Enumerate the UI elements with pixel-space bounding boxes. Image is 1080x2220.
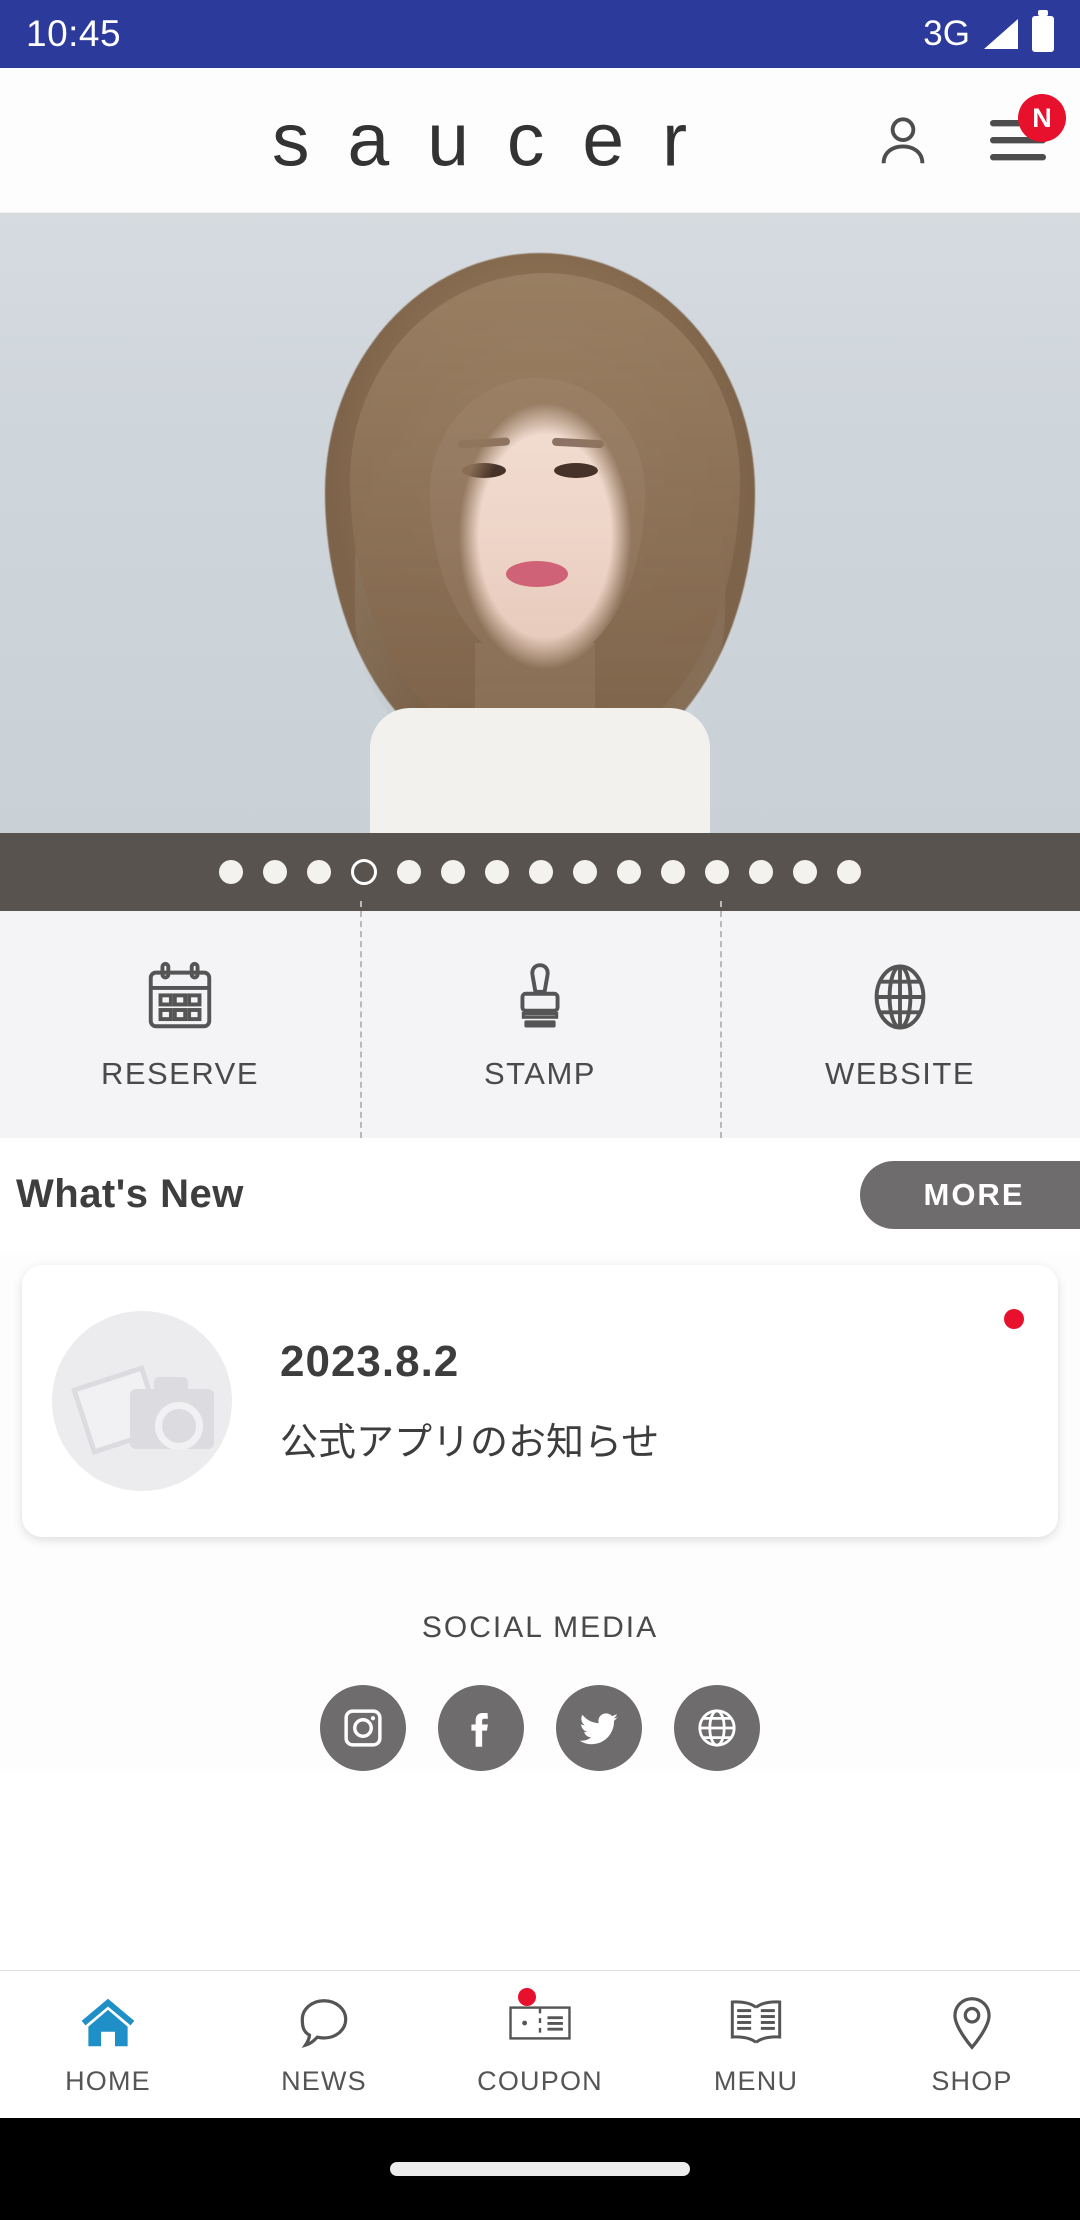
- social-link-website[interactable]: [674, 1685, 760, 1771]
- carousel-pagination[interactable]: [0, 833, 1080, 911]
- model-hair-front: [350, 273, 740, 743]
- app-header: saucer N: [0, 68, 1080, 213]
- carousel-dot[interactable]: [219, 860, 243, 884]
- whats-new-title: What's New: [16, 1172, 244, 1216]
- carousel-dot[interactable]: [307, 860, 331, 884]
- photo-placeholder-icon: [52, 1311, 232, 1491]
- carousel-dot[interactable]: [837, 860, 861, 884]
- quick-action-label: WEBSITE: [824, 1055, 975, 1091]
- carousel-dot[interactable]: [397, 860, 421, 884]
- social-media-section: SOCIAL MEDIA: [0, 1537, 1080, 1771]
- stamp-icon: [520, 962, 560, 1028]
- news-card[interactable]: 2023.8.2 公式アプリのお知らせ: [22, 1265, 1058, 1537]
- nav-label: NEWS: [281, 2066, 367, 2096]
- carousel-dot[interactable]: [441, 860, 465, 884]
- status-system-icons: 3G: [923, 10, 1054, 54]
- nav-item-home[interactable]: HOME: [0, 1992, 216, 2097]
- menu-button[interactable]: N: [986, 94, 1066, 166]
- account-button[interactable]: [872, 109, 934, 171]
- news-card-text: 2023.8.2 公式アプリのお知らせ: [280, 1337, 659, 1466]
- social-link-instagram[interactable]: [320, 1685, 406, 1771]
- status-bar: 10:45 3G: [0, 0, 1080, 68]
- social-link-twitter[interactable]: [556, 1685, 642, 1771]
- instagram-icon: [344, 1709, 382, 1747]
- menu-new-badge: N: [1018, 94, 1066, 142]
- nav-label: MENU: [713, 2066, 799, 2096]
- carousel-dot[interactable]: [705, 860, 729, 884]
- ticket-icon: [509, 2006, 571, 2040]
- system-navigation-bar: [0, 2118, 1080, 2220]
- facebook-icon: [471, 1713, 488, 1747]
- map-pin-icon: [953, 1997, 991, 2050]
- news-unread-dot: [1004, 1309, 1024, 1329]
- whats-new-more-button[interactable]: MORE: [860, 1160, 1080, 1229]
- social-media-links: [0, 1685, 1080, 1771]
- header-actions: N: [872, 94, 1066, 171]
- twitter-icon: [579, 1713, 619, 1745]
- quick-action-label: RESERVE: [100, 1055, 260, 1091]
- bottom-navigation: HOME NEWS COUPON MENU SHOP: [0, 1970, 1080, 2118]
- website-globe-icon: [698, 1709, 736, 1747]
- nav-label: HOME: [65, 2066, 151, 2096]
- nav-item-shop[interactable]: SHOP: [864, 1992, 1080, 2097]
- coupon-badge-dot: [518, 1988, 536, 2006]
- carousel-dot[interactable]: [529, 860, 553, 884]
- nav-label: SHOP: [931, 2066, 1013, 2096]
- social-link-facebook[interactable]: [438, 1685, 524, 1771]
- quick-action-stamp[interactable]: STAMP: [360, 901, 720, 1148]
- nav-item-menu[interactable]: MENU: [648, 1992, 864, 2097]
- signal-triangle-icon: [984, 19, 1018, 49]
- quick-action-reserve[interactable]: RESERVE: [0, 911, 360, 1138]
- quick-action-website[interactable]: WEBSITE: [720, 901, 1080, 1148]
- hero-model-photo: [230, 213, 850, 833]
- network-type-label: 3G: [923, 14, 970, 53]
- globe-icon: [874, 964, 926, 1029]
- open-book-icon: [730, 2000, 782, 2044]
- carousel-dot-active[interactable]: [351, 859, 377, 885]
- model-top-garment: [370, 708, 710, 833]
- social-media-title: SOCIAL MEDIA: [421, 1611, 659, 1644]
- whats-new-list: 2023.8.2 公式アプリのお知らせ: [0, 1251, 1080, 1537]
- whats-new-header: What's New MORE: [0, 1138, 1080, 1251]
- carousel-dot[interactable]: [263, 860, 287, 884]
- quick-actions-row: RESERVE STAMP WEBSITE: [0, 901, 1080, 1148]
- quick-action-label: STAMP: [484, 1055, 596, 1091]
- nav-item-coupon[interactable]: COUPON: [432, 1988, 648, 2097]
- carousel-dot[interactable]: [485, 860, 509, 884]
- news-title: 公式アプリのお知らせ: [280, 1421, 660, 1464]
- nav-item-news[interactable]: NEWS: [216, 1992, 432, 2097]
- carousel-dot[interactable]: [793, 860, 817, 884]
- home-icon: [81, 1998, 135, 2047]
- status-clock: 10:45: [26, 13, 122, 54]
- carousel-dot[interactable]: [617, 860, 641, 884]
- battery-full-icon: [1032, 10, 1054, 52]
- app-logo[interactable]: saucer: [272, 102, 725, 178]
- placeholder-camera: [130, 1377, 214, 1450]
- nav-label: COUPON: [477, 2066, 603, 2096]
- hero-carousel[interactable]: [0, 213, 1080, 833]
- home-gesture-pill[interactable]: [390, 2162, 690, 2176]
- calendar-icon: [148, 961, 212, 1028]
- carousel-dot[interactable]: [749, 860, 773, 884]
- carousel-dot[interactable]: [661, 860, 685, 884]
- person-icon: [881, 117, 925, 164]
- carousel-dot[interactable]: [573, 860, 597, 884]
- chat-bubble-icon: [300, 1999, 348, 2048]
- news-date: 2023.8.2: [280, 1336, 460, 1386]
